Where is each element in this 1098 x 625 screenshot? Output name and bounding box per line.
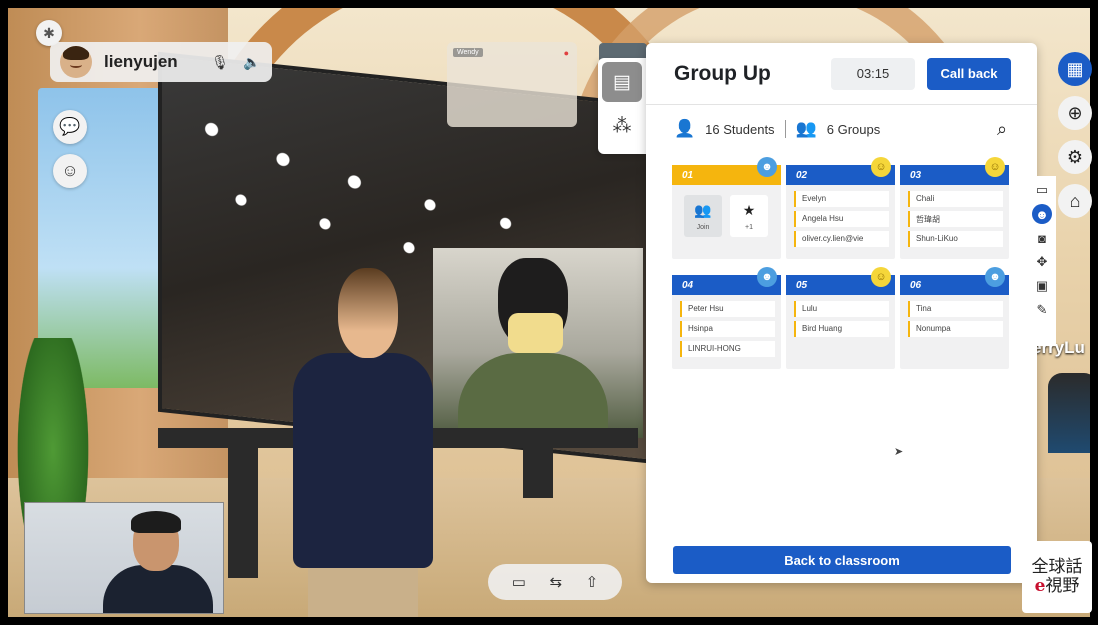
tab-roster-icon[interactable]: ▤	[602, 62, 642, 102]
microphone-icon[interactable]: 🎙	[208, 54, 232, 71]
mic-muted-icon: ●	[563, 48, 569, 58]
logo-line1: 全球話	[1031, 557, 1083, 578]
smile-icon: ☺	[871, 157, 891, 177]
group-members: Lulu Bird Huang	[786, 295, 895, 337]
member-name: Tina	[908, 301, 1003, 317]
group-face-icon: ☻	[985, 267, 1005, 287]
mouse-cursor-icon: ➤	[894, 446, 904, 458]
member-name: oliver.cy.lien@vie	[794, 231, 889, 247]
screenshot-icon[interactable]: ◙	[1032, 228, 1052, 248]
tool-strip: ▭ ☻ ◙ ✥ ▣ ✎	[1028, 176, 1056, 346]
user-name: lienyujen	[104, 52, 178, 71]
star-label: +1	[745, 223, 753, 231]
user-chip: lienyujen 🎙 🔈	[50, 42, 272, 82]
group-card-05[interactable]: 05 ☺ Lulu Bird Huang	[786, 267, 895, 369]
box-icon[interactable]: ▣	[1032, 276, 1052, 296]
user-avatar-3d	[293, 353, 433, 568]
speaker-icon[interactable]: 🔈	[240, 54, 264, 71]
join-label: Join	[696, 223, 710, 231]
divider	[784, 120, 786, 138]
group-members: Tina Nonumpa	[900, 295, 1009, 337]
groups-icon: 👥	[795, 119, 817, 138]
member-name: Hsinpa	[680, 321, 775, 337]
video-tile-wendy[interactable]: Wendy ●	[447, 42, 577, 127]
group-tool-icon[interactable]: ☻	[1032, 204, 1052, 224]
group-card-04[interactable]: 04 ☻ Peter Hsu Hsinpa LINRUI-HONG	[672, 267, 781, 369]
groups-count: 6 Groups	[826, 121, 881, 137]
panel-stats: 👤 16 Students 👥 6 Groups ⌕	[646, 105, 1037, 153]
chat-icon[interactable]: 💬	[53, 110, 87, 144]
people-icon: 👥	[694, 201, 712, 218]
scene-desk-leg	[228, 438, 258, 578]
panel-side-tabs: ▤ ⁂	[598, 58, 646, 154]
class-panel-icon[interactable]: ▦	[1058, 52, 1092, 86]
countdown-timer: 03:15	[831, 57, 915, 90]
group-actions: 👥 Join ★ +1	[672, 185, 781, 237]
scene-desk-leg	[523, 438, 553, 498]
member-name: 哲瑋胡	[908, 211, 1003, 227]
whiteboard-icon[interactable]: ▭	[1032, 180, 1052, 200]
user-avatar-3d-head	[338, 268, 398, 358]
member-name: Evelyn	[794, 191, 889, 207]
call-back-button[interactable]: Call back	[927, 57, 1011, 90]
self-camera-view	[24, 502, 224, 614]
group-card-06[interactable]: 06 ☻ Tina Nonumpa	[900, 267, 1009, 369]
join-group-button[interactable]: 👥 Join	[684, 195, 722, 237]
member-name: Angela Hsu	[794, 211, 889, 227]
member-name: Bird Huang	[794, 321, 889, 337]
group-members: Chali 哲瑋胡 Shun-LiKuo	[900, 185, 1009, 247]
group-card-03[interactable]: 03 ☺ Chali 哲瑋胡 Shun-LiKuo	[900, 157, 1009, 259]
group-face-icon: ☻	[757, 267, 777, 287]
member-name: Nonumpa	[908, 321, 1003, 337]
smile-icon: ☺	[871, 267, 891, 287]
panel-header: Group Up 03:15 Call back	[646, 43, 1037, 105]
groups-grid: 01 ☻ 👥 Join ★ +1 02 ☺ Evelyn Angela Hsu …	[672, 157, 1012, 369]
panel-title: Group Up	[674, 61, 771, 85]
globe-icon[interactable]: ⊕	[1058, 96, 1092, 130]
brand-logo: 全球話 e視野	[1022, 541, 1092, 613]
group-face-icon: ☻	[757, 157, 777, 177]
group-card-02[interactable]: 02 ☺ Evelyn Angela Hsu oliver.cy.lien@vi…	[786, 157, 895, 259]
pen-icon[interactable]: ✎	[1032, 300, 1052, 320]
member-name: LINRUI-HONG	[680, 341, 775, 357]
participant-mask	[508, 313, 563, 353]
star-icon: ★	[742, 201, 756, 218]
member-name: Chali	[908, 191, 1003, 207]
building-icon[interactable]: ⌂	[1058, 184, 1092, 218]
star-button[interactable]: ★ +1	[730, 195, 768, 237]
group-members: Peter Hsu Hsinpa LINRUI-HONG	[672, 295, 781, 357]
group-members: Evelyn Angela Hsu oliver.cy.lien@vie	[786, 185, 895, 247]
gear-icon[interactable]: ⚙	[1058, 140, 1092, 174]
person-icon: 👤	[674, 119, 696, 138]
avatar-legs	[308, 563, 418, 617]
video-tile-name: Wendy	[453, 48, 483, 57]
move-icon[interactable]: ✥	[1032, 252, 1052, 272]
avatar	[60, 46, 92, 78]
bottom-toolbar: ▭ ⇆ ⇧	[488, 564, 622, 600]
group-card-01[interactable]: 01 ☻ 👥 Join ★ +1	[672, 157, 781, 259]
screen-share-icon[interactable]: ▭	[512, 573, 526, 591]
member-name: Shun-LiKuo	[908, 231, 1003, 247]
other-avatar	[1048, 373, 1090, 453]
self-camera-body	[103, 565, 213, 613]
students-count: 16 Students	[705, 121, 775, 137]
right-dock: ▦ ⊕ ⚙ ⌂	[1058, 52, 1098, 228]
group-up-panel: Group Up 03:15 Call back 👤 16 Students 👥…	[646, 43, 1037, 583]
emoji-icon[interactable]: ☺	[53, 154, 87, 188]
member-name: Lulu	[794, 301, 889, 317]
logo-line2: e視野	[1034, 576, 1080, 596]
upload-icon[interactable]: ⇧	[586, 573, 599, 591]
back-to-classroom-button[interactable]: Back to classroom	[673, 546, 1011, 574]
self-camera-hair	[131, 511, 181, 533]
member-name: Peter Hsu	[680, 301, 775, 317]
participant-body	[458, 353, 608, 438]
tab-groups-icon[interactable]: ⁂	[602, 106, 642, 146]
search-icon[interactable]: ⌕	[987, 114, 1017, 144]
swap-icon[interactable]: ⇆	[550, 573, 563, 591]
smile-icon: ☺	[985, 157, 1005, 177]
